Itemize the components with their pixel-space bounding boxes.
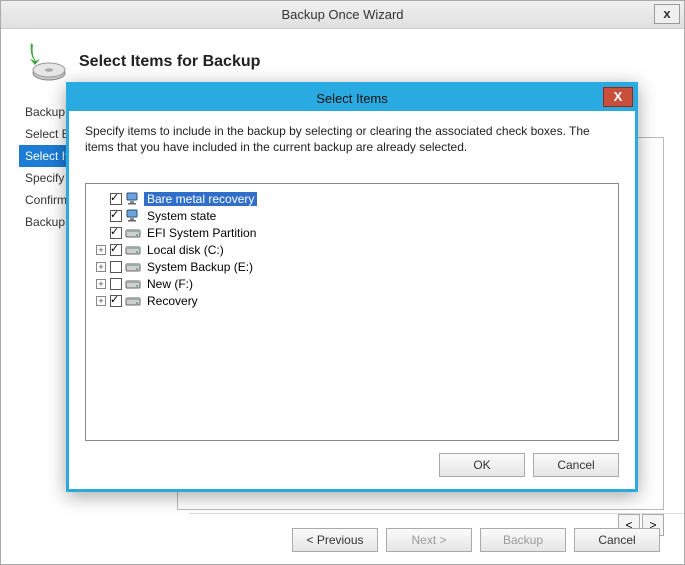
dialog-title: Select Items bbox=[316, 91, 388, 106]
cancel-button[interactable]: Cancel bbox=[574, 528, 660, 552]
item-checkbox[interactable] bbox=[110, 261, 122, 273]
drive-icon bbox=[125, 243, 141, 257]
tree-item[interactable]: + New (F:) bbox=[90, 275, 614, 292]
item-checkbox[interactable] bbox=[110, 295, 122, 307]
item-checkbox[interactable] bbox=[110, 210, 122, 222]
next-button[interactable]: Next > bbox=[386, 528, 472, 552]
wizard-close-button[interactable]: x bbox=[654, 4, 680, 24]
expand-spacer bbox=[96, 194, 106, 204]
dialog-instructions: Specify items to include in the backup b… bbox=[85, 123, 619, 155]
wizard-titlebar: Backup Once Wizard x bbox=[1, 1, 684, 29]
item-label[interactable]: New (F:) bbox=[144, 277, 196, 291]
expand-icon[interactable]: + bbox=[96, 296, 106, 306]
items-tree[interactable]: Bare metal recovery System state EFI Syste… bbox=[85, 183, 619, 441]
tree-item[interactable]: + Local disk (C:) bbox=[90, 241, 614, 258]
wizard-heading: Select Items for Backup bbox=[79, 53, 260, 71]
tree-item[interactable]: + Recovery bbox=[90, 292, 614, 309]
dialog-titlebar: Select Items X bbox=[69, 85, 635, 111]
previous-button[interactable]: < Previous bbox=[292, 528, 378, 552]
drive-icon bbox=[125, 294, 141, 308]
tree-item[interactable]: EFI System Partition bbox=[90, 224, 614, 241]
item-label[interactable]: EFI System Partition bbox=[144, 226, 259, 240]
wizard-button-row: < Previous Next > Backup Cancel bbox=[189, 513, 684, 552]
item-label[interactable]: Recovery bbox=[144, 294, 201, 308]
item-label[interactable]: System Backup (E:) bbox=[144, 260, 256, 274]
dialog-button-row: OK Cancel bbox=[439, 453, 619, 477]
item-label[interactable]: Bare metal recovery bbox=[144, 192, 257, 206]
ok-button[interactable]: OK bbox=[439, 453, 525, 477]
expand-icon[interactable]: + bbox=[96, 262, 106, 272]
drive-icon bbox=[125, 226, 141, 240]
tree-item[interactable]: System state bbox=[90, 207, 614, 224]
tree-item[interactable]: Bare metal recovery bbox=[90, 190, 614, 207]
item-checkbox[interactable] bbox=[110, 227, 122, 239]
dialog-close-button[interactable]: X bbox=[603, 87, 633, 107]
expand-spacer bbox=[96, 211, 106, 221]
backup-button[interactable]: Backup bbox=[480, 528, 566, 552]
expand-icon[interactable]: + bbox=[96, 245, 106, 255]
wizard-title: Backup Once Wizard bbox=[281, 7, 403, 22]
dialog-cancel-button[interactable]: Cancel bbox=[533, 453, 619, 477]
drive-icon bbox=[125, 277, 141, 291]
dialog-body: Specify items to include in the backup b… bbox=[69, 111, 635, 489]
expand-spacer bbox=[96, 228, 106, 238]
expand-icon[interactable]: + bbox=[96, 279, 106, 289]
item-checkbox[interactable] bbox=[110, 193, 122, 205]
tree-item[interactable]: + System Backup (E:) bbox=[90, 258, 614, 275]
computer-icon bbox=[125, 192, 141, 206]
item-checkbox[interactable] bbox=[110, 244, 122, 256]
select-items-dialog: Select Items X Specify items to include … bbox=[66, 82, 638, 492]
backup-icon bbox=[21, 39, 67, 85]
drive-icon bbox=[125, 260, 141, 274]
item-label[interactable]: System state bbox=[144, 209, 219, 223]
computer-icon bbox=[125, 209, 141, 223]
item-checkbox[interactable] bbox=[110, 278, 122, 290]
item-label[interactable]: Local disk (C:) bbox=[144, 243, 227, 257]
